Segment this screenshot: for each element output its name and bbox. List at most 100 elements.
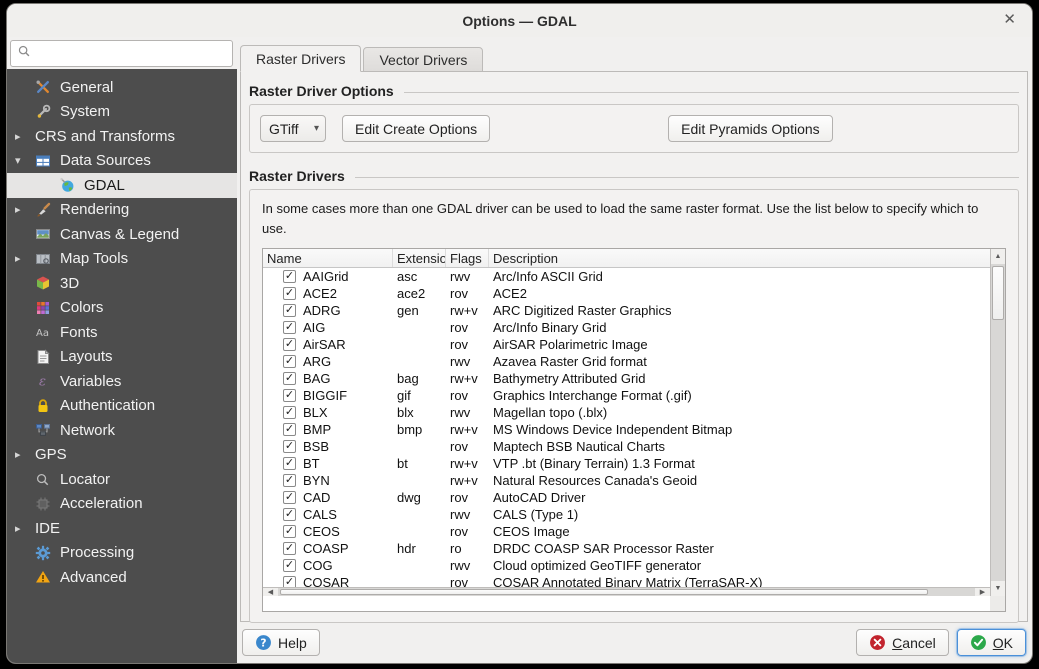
edit-create-options-button[interactable]: Edit Create Options: [342, 115, 490, 142]
cancel-button[interactable]: Cancel: [856, 629, 949, 656]
sidebar-item-acceleration[interactable]: Acceleration: [7, 492, 237, 517]
driver-checkbox[interactable]: ✓: [283, 321, 296, 334]
driver-checkbox[interactable]: ✓: [283, 406, 296, 419]
driver-checkbox[interactable]: ✓: [283, 389, 296, 402]
driver-row-coasp[interactable]: ✓COASPhdrroDRDC COASP SAR Processor Rast…: [263, 540, 990, 557]
driver-row-arg[interactable]: ✓ARGrwvAzavea Raster Grid format: [263, 353, 990, 370]
driver-row-cosar[interactable]: ✓COSARrovCOSAR Annotated Binary Matrix (…: [263, 574, 990, 587]
close-button[interactable]: ✕: [1003, 12, 1016, 28]
horizontal-scroll-track[interactable]: [278, 588, 975, 596]
sidebar-item-rendering[interactable]: ▸Rendering: [7, 198, 237, 223]
search-input[interactable]: [35, 46, 226, 61]
driver-checkbox[interactable]: ✓: [283, 440, 296, 453]
dialog-body: GeneralSystem▸CRS and Transforms▾Data So…: [7, 37, 1032, 663]
sidebar-item-map-tools[interactable]: ▸Map Tools: [7, 247, 237, 272]
scrollbar-corner: [990, 596, 1005, 611]
edit-pyramids-options-button[interactable]: Edit Pyramids Options: [668, 115, 833, 142]
driver-name: ADRG: [303, 303, 341, 318]
driver-checkbox[interactable]: ✓: [283, 508, 296, 521]
driver-checkbox[interactable]: ✓: [283, 287, 296, 300]
sidebar-item-authentication[interactable]: Authentication: [7, 394, 237, 419]
vertical-scrollbar[interactable]: ▲ ▼: [990, 249, 1005, 596]
driver-row-byn[interactable]: ✓BYNrw+vNatural Resources Canada's Geoid: [263, 472, 990, 489]
driver-checkbox[interactable]: ✓: [283, 474, 296, 487]
driver-checkbox[interactable]: ✓: [283, 491, 296, 504]
tab-vector-drivers[interactable]: Vector Drivers: [363, 47, 483, 72]
sidebar-item-ide[interactable]: ▸IDE: [7, 516, 237, 541]
sidebar-item-label: IDE: [35, 520, 60, 537]
sidebar-item-3d[interactable]: 3D: [7, 271, 237, 296]
driver-row-aaigrid[interactable]: ✓AAIGridascrwvArc/Info ASCII Grid: [263, 268, 990, 285]
driver-checkbox[interactable]: ✓: [283, 576, 296, 587]
driver-checkbox[interactable]: ✓: [283, 457, 296, 470]
collapse-arrow-icon[interactable]: ▾: [15, 154, 35, 167]
driver-row-adrg[interactable]: ✓ADRGgenrw+vARC Digitized Raster Graphic…: [263, 302, 990, 319]
vertical-scroll-track[interactable]: [991, 264, 1005, 581]
driver-row-bsb[interactable]: ✓BSBrovMaptech BSB Nautical Charts: [263, 438, 990, 455]
driver-row-cad[interactable]: ✓CADdwgrovAutoCAD Driver: [263, 489, 990, 506]
sidebar-item-advanced[interactable]: Advanced: [7, 565, 237, 590]
expand-arrow-icon[interactable]: ▸: [15, 130, 35, 143]
driver-row-bt[interactable]: ✓BTbtrw+vVTP .bt (Binary Terrain) 1.3 Fo…: [263, 455, 990, 472]
titlebar[interactable]: Options — GDAL ✕: [7, 4, 1032, 37]
help-button[interactable]: ? Help: [242, 629, 320, 656]
search-box[interactable]: [10, 40, 233, 67]
expand-arrow-icon[interactable]: ▸: [15, 448, 35, 461]
driver-row-bag[interactable]: ✓BAGbagrw+vBathymetry Attributed Grid: [263, 370, 990, 387]
sidebar-item-general[interactable]: General: [7, 75, 237, 100]
driver-description: DRDC COASP SAR Processor Raster: [489, 541, 990, 556]
driver-row-cog[interactable]: ✓COGrwvCloud optimized GeoTIFF generator: [263, 557, 990, 574]
driver-row-airsar[interactable]: ✓AirSARrovAirSAR Polarimetric Image: [263, 336, 990, 353]
scroll-down-arrow-icon[interactable]: ▼: [991, 581, 1005, 596]
driver-checkbox[interactable]: ✓: [283, 525, 296, 538]
sidebar-item-label: CRS and Transforms: [35, 128, 175, 145]
driver-row-biggif[interactable]: ✓BIGGIFgifrovGraphics Interchange Format…: [263, 387, 990, 404]
driver-checkbox[interactable]: ✓: [283, 270, 296, 283]
scroll-up-arrow-icon[interactable]: ▲: [991, 249, 1005, 264]
ok-icon: [970, 634, 987, 651]
sidebar-item-system[interactable]: System: [7, 100, 237, 125]
sidebar-item-network[interactable]: Network: [7, 418, 237, 443]
driver-row-aig[interactable]: ✓AIGrovArc/Info Binary Grid: [263, 319, 990, 336]
driver-checkbox[interactable]: ✓: [283, 542, 296, 555]
tab-raster-drivers[interactable]: Raster Drivers: [240, 45, 361, 72]
driver-row-blx[interactable]: ✓BLXblxrwvMagellan topo (.blx): [263, 404, 990, 421]
sidebar-item-fonts[interactable]: AaFonts: [7, 320, 237, 345]
expand-arrow-icon[interactable]: ▸: [15, 522, 35, 535]
driver-description: Graphics Interchange Format (.gif): [489, 388, 990, 403]
driver-name: CEOS: [303, 524, 340, 539]
driver-row-ceos[interactable]: ✓CEOSrovCEOS Image: [263, 523, 990, 540]
driver-row-ace2[interactable]: ✓ACE2ace2rovACE2: [263, 285, 990, 302]
driver-row-cals[interactable]: ✓CALSrwvCALS (Type 1): [263, 506, 990, 523]
expand-arrow-icon[interactable]: ▸: [15, 203, 35, 216]
driver-checkbox[interactable]: ✓: [283, 338, 296, 351]
sidebar-item-gdal[interactable]: GDAL: [7, 173, 237, 198]
driver-checkbox[interactable]: ✓: [283, 423, 296, 436]
sidebar-item-variables[interactable]: εVariables: [7, 369, 237, 394]
driver-row-bmp[interactable]: ✓BMPbmprw+vMS Windows Device Independent…: [263, 421, 990, 438]
fonts-icon: Aa: [35, 324, 53, 340]
sidebar-item-layouts[interactable]: Layouts: [7, 345, 237, 370]
expand-arrow-icon[interactable]: ▸: [15, 252, 35, 265]
sidebar-item-crs-and-transforms[interactable]: ▸CRS and Transforms: [7, 124, 237, 149]
sidebar-item-colors[interactable]: Colors: [7, 296, 237, 321]
horizontal-scrollbar[interactable]: ◀ ▶: [263, 587, 990, 596]
horizontal-scroll-thumb[interactable]: [280, 589, 928, 595]
scroll-right-arrow-icon[interactable]: ▶: [975, 588, 990, 596]
sidebar-item-label: Data Sources: [60, 152, 151, 169]
sidebar-item-gps[interactable]: ▸GPS: [7, 443, 237, 468]
settings-sidebar: GeneralSystem▸CRS and Transforms▾Data So…: [7, 37, 237, 663]
driver-checkbox[interactable]: ✓: [283, 304, 296, 317]
scroll-left-arrow-icon[interactable]: ◀: [263, 588, 278, 596]
driver-checkbox[interactable]: ✓: [283, 559, 296, 572]
sidebar-item-locator[interactable]: Locator: [7, 467, 237, 492]
driver-select[interactable]: GTiff ▾: [260, 115, 326, 142]
sidebar-item-canvas-legend[interactable]: Canvas & Legend: [7, 222, 237, 247]
driver-checkbox[interactable]: ✓: [283, 355, 296, 368]
tab-bar: Raster DriversVector Drivers: [240, 37, 1028, 72]
vertical-scroll-thumb[interactable]: [992, 266, 1004, 320]
ok-button[interactable]: OK: [957, 629, 1026, 656]
driver-checkbox[interactable]: ✓: [283, 372, 296, 385]
sidebar-item-data-sources[interactable]: ▾ Data Sources: [7, 149, 237, 174]
sidebar-item-processing[interactable]: Processing: [7, 541, 237, 566]
